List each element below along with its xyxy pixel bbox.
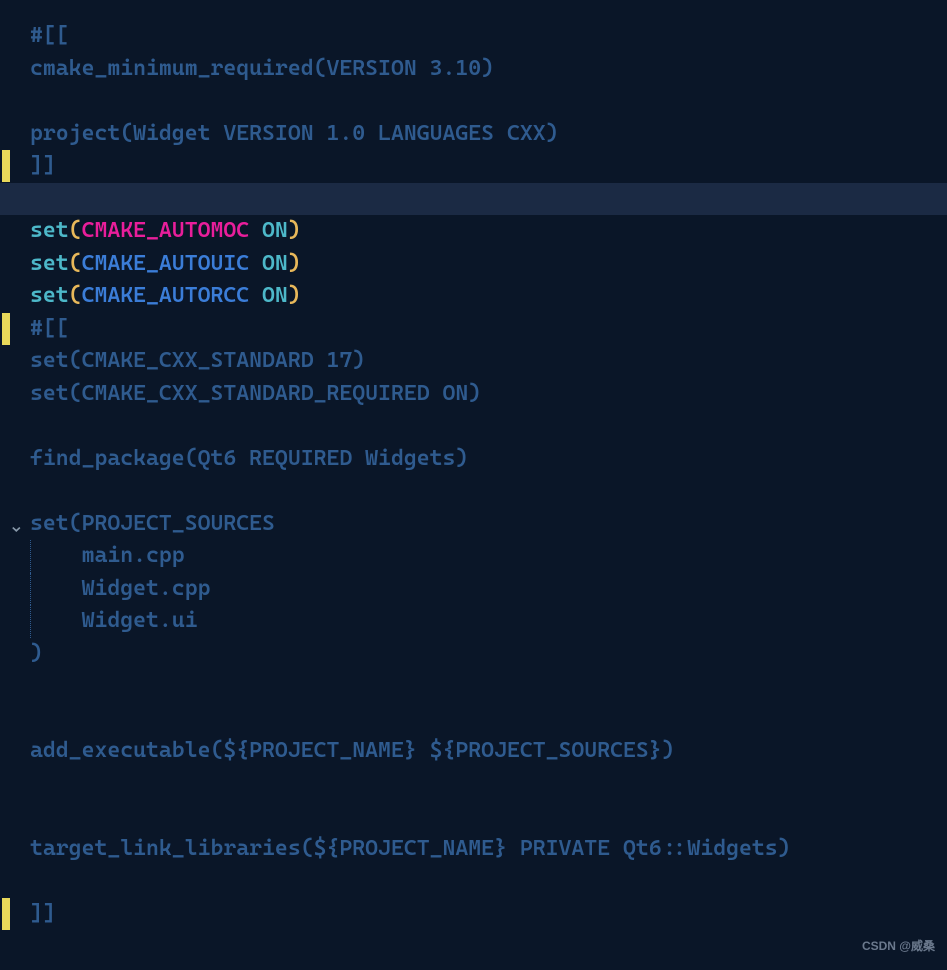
code-line[interactable] [30,703,947,736]
gutter-mark [2,898,10,930]
code-line[interactable]: set(CMAKE_CXX_STANDARD_REQUIRED ON) [30,378,947,411]
comment-text: Widget.ui [30,608,198,633]
code-line[interactable] [30,85,947,118]
code-editor[interactable]: ⌄ #[[ cmake_minimum_required(VERSION 3.1… [0,0,947,970]
comment-open: #[[ [30,23,69,48]
value: ON [262,251,288,276]
comment-close: ]] [30,153,56,178]
code-line[interactable]: find_package(Qt6 REQUIRED Widgets) [30,443,947,476]
code-line[interactable] [30,865,947,898]
comment-text: cmake_minimum_required(VERSION 3.10) [30,56,494,81]
keyword: set [30,218,69,243]
comment-text: ) [30,641,43,666]
comment-text: main.cpp [30,543,185,568]
keyword: set [30,251,69,276]
comment-text: target_link_libraries(${PROJECT_NAME} PR… [30,836,791,861]
paren: ( [69,251,82,276]
code-line[interactable] [30,768,947,801]
code-line[interactable]: main.cpp [30,540,947,573]
code-line[interactable]: Widget.cpp [30,573,947,606]
paren: ) [288,251,301,276]
code-line[interactable]: set(CMAKE_AUTORCC ON) [30,280,947,313]
variable-highlighted: CMAKE_AUTOMOC [82,218,250,243]
space [249,218,262,243]
code-line[interactable] [30,183,947,216]
code-line[interactable]: Widget.ui [30,605,947,638]
code-line[interactable] [30,410,947,443]
code-line[interactable]: cmake_minimum_required(VERSION 3.10) [30,53,947,86]
indent-guide [30,605,31,638]
code-line[interactable] [30,670,947,703]
space [249,283,262,308]
code-line[interactable]: ]] [30,898,947,931]
indent-guide [30,573,31,606]
code-line[interactable] [30,475,947,508]
fold-chevron-icon[interactable]: ⌄ [12,516,28,532]
code-line[interactable]: #[[ [30,20,947,53]
editor-gutter: ⌄ [0,0,30,970]
variable: CMAKE_AUTORCC [82,283,250,308]
comment-close: ]] [30,901,56,926]
code-line[interactable]: target_link_libraries(${PROJECT_NAME} PR… [30,833,947,866]
code-line[interactable]: set(CMAKE_AUTOMOC ON) [30,215,947,248]
keyword: set [30,283,69,308]
comment-text: find_package(Qt6 REQUIRED Widgets) [30,446,468,471]
watermark-text: CSDN @威桑 [862,930,935,963]
code-line[interactable]: add_executable(${PROJECT_NAME} ${PROJECT… [30,735,947,768]
code-line[interactable]: set(PROJECT_SOURCES [30,508,947,541]
value: ON [262,218,288,243]
comment-text: set(CMAKE_CXX_STANDARD 17) [30,348,365,373]
comment-text: add_executable(${PROJECT_NAME} ${PROJECT… [30,738,675,763]
gutter-mark [2,150,10,182]
gutter-mark [2,313,10,345]
code-line[interactable]: project(Widget VERSION 1.0 LANGUAGES CXX… [30,118,947,151]
code-line[interactable] [30,800,947,833]
code-line[interactable]: set(CMAKE_AUTOUIC ON) [30,248,947,281]
paren: ( [69,218,82,243]
indent-guide [30,540,31,573]
code-line[interactable]: ) [30,638,947,671]
comment-open: #[[ [30,316,69,341]
comment-text: Widget.cpp [30,576,210,601]
variable: CMAKE_AUTOUIC [82,251,250,276]
code-content[interactable]: #[[ cmake_minimum_required(VERSION 3.10)… [30,20,947,930]
paren: ) [288,283,301,308]
code-line[interactable]: set(CMAKE_CXX_STANDARD 17) [30,345,947,378]
comment-text: set(CMAKE_CXX_STANDARD_REQUIRED ON) [30,381,481,406]
code-line[interactable]: #[[ [30,313,947,346]
value: ON [262,283,288,308]
comment-text: project(Widget VERSION 1.0 LANGUAGES CXX… [30,121,559,146]
code-line[interactable]: ]] [30,150,947,183]
paren: ( [69,283,82,308]
comment-text: set(PROJECT_SOURCES [30,511,275,536]
paren: ) [288,218,301,243]
space [249,251,262,276]
